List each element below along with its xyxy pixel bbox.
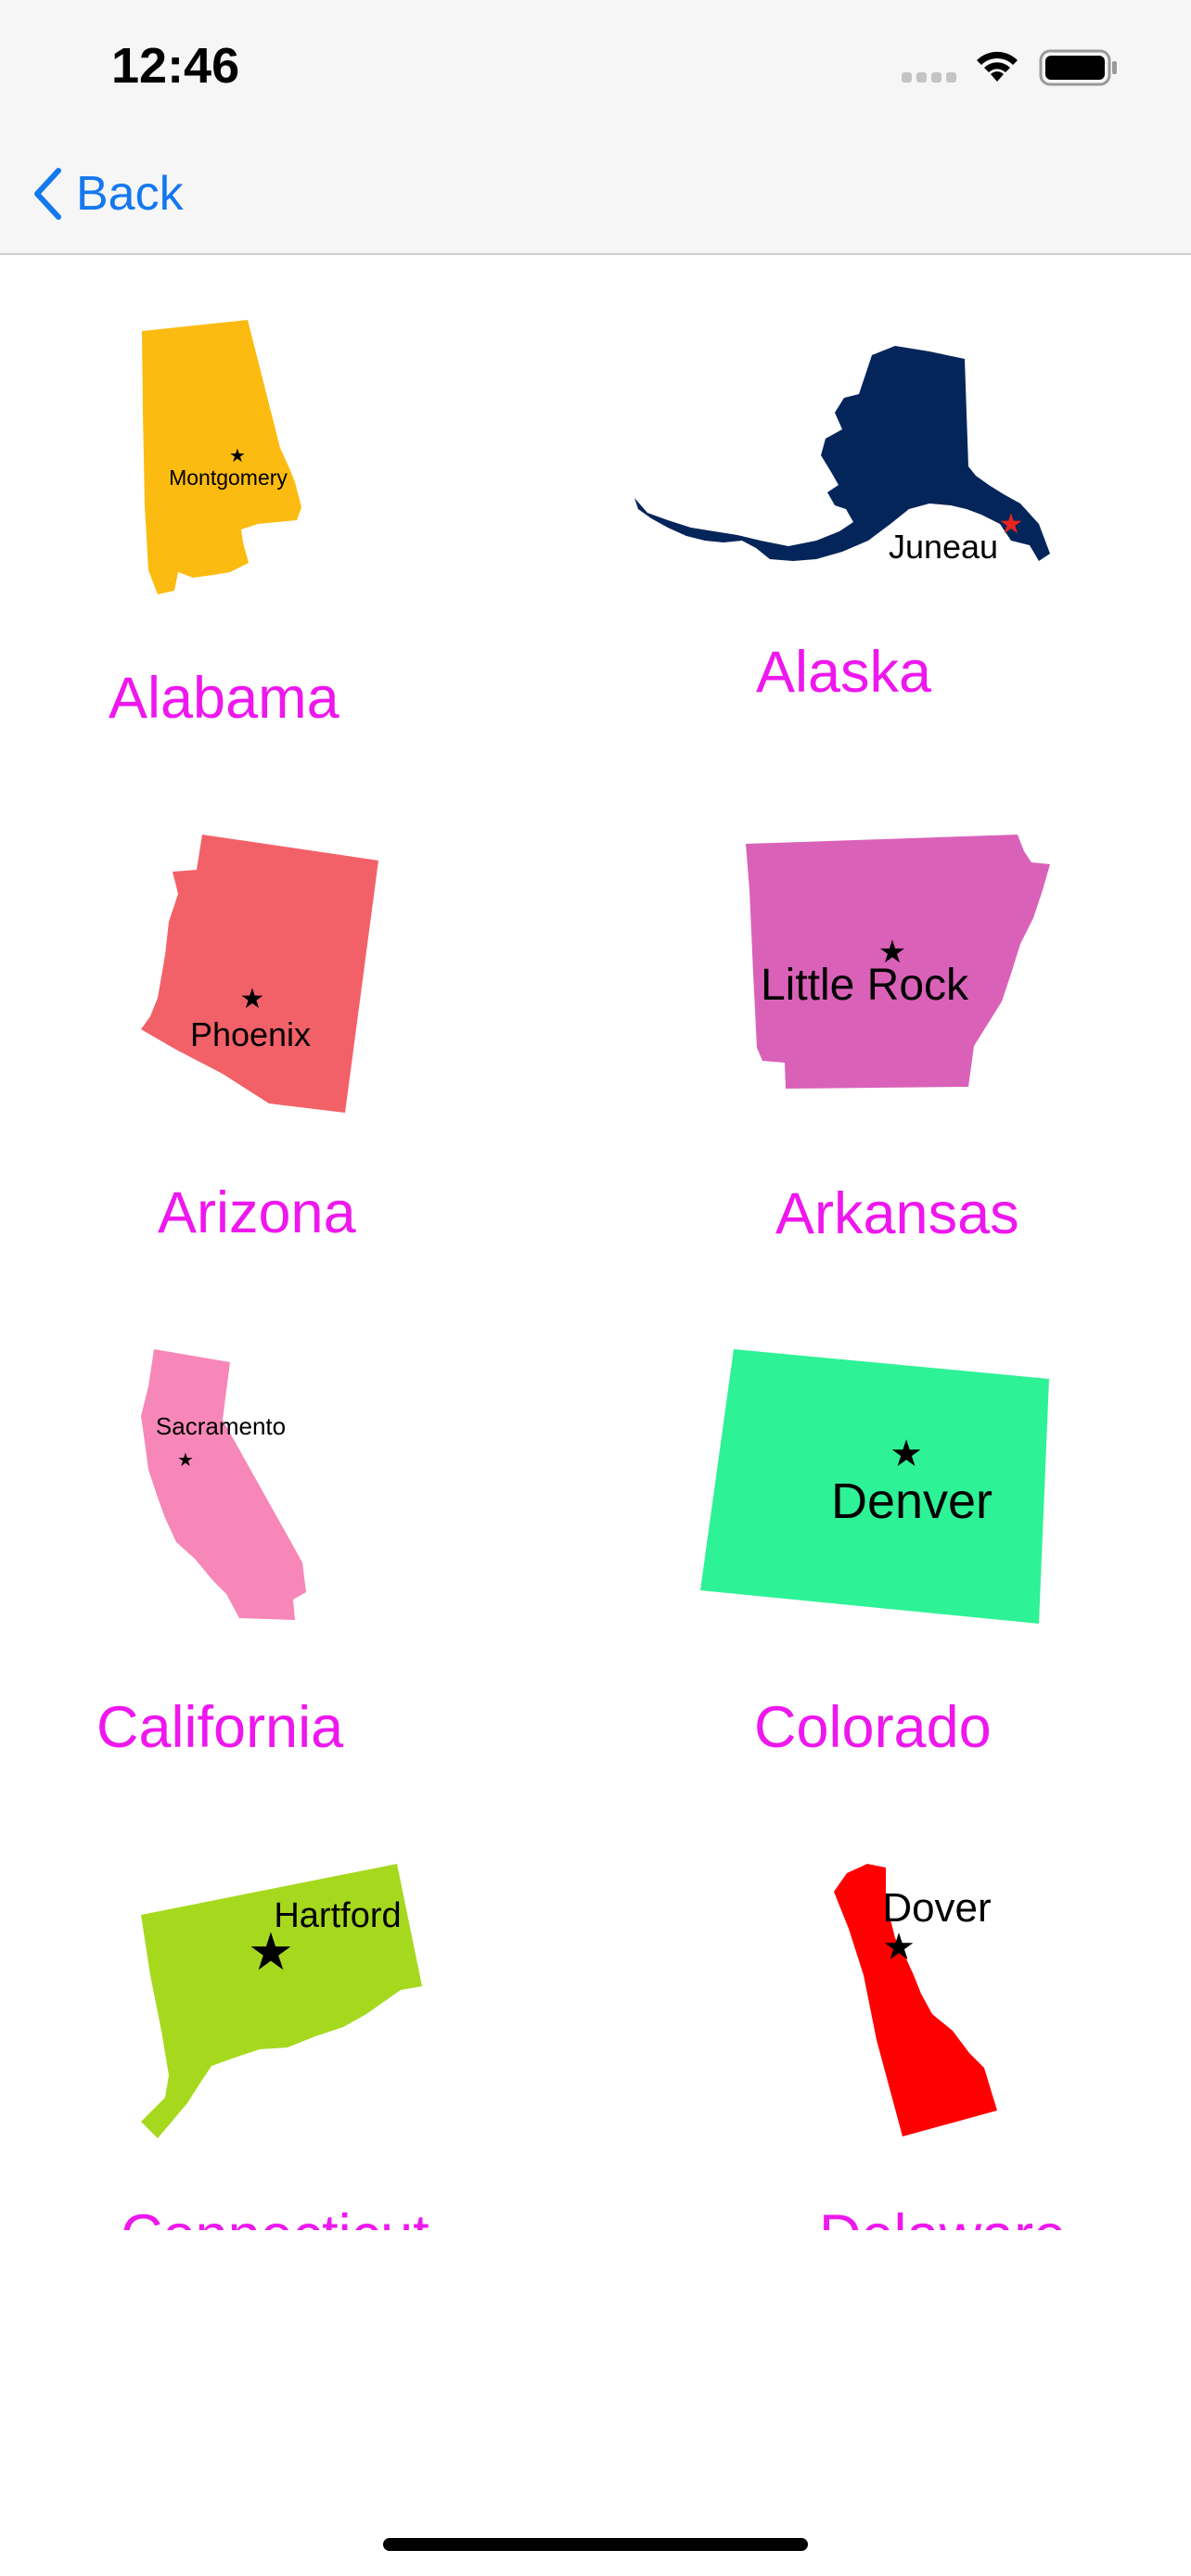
capital-label-delaware: Dover [882,1885,991,1931]
battery-icon [1039,49,1117,86]
capital-label-colorado: Denver [831,1473,992,1529]
state-map-alaska[interactable]: ★ Juneau [631,346,1057,568]
state-label-arkansas[interactable]: Arkansas [775,1180,1019,1247]
navigation-bar: Back [0,139,1191,255]
capital-star-icon: ★ [890,1433,923,1475]
state-label-connecticut[interactable]: Connecticut [121,2202,429,2230]
capital-label-alabama: Montgomery [169,465,288,490]
wifi-icon [977,51,1018,82]
state-label-california[interactable]: California [96,1694,343,1761]
state-map-connecticut[interactable]: ★ Hartford [139,1864,431,2142]
state-label-alabama[interactable]: Alabama [109,665,339,732]
capital-label-connecticut: Hartford [274,1896,401,1935]
state-map-alabama[interactable]: ★ Montgomery [139,320,315,598]
state-map-arizona[interactable]: ★ Phoenix [139,835,385,1117]
california-shape [141,1349,306,1620]
state-label-alaska[interactable]: Alaska [756,639,931,706]
capital-star-icon: ★ [229,444,246,466]
state-map-california[interactable]: ★ Sacramento [137,1349,309,1627]
capital-star-icon: ★ [999,508,1024,541]
state-map-delaware[interactable]: ★ Dover [830,1864,1006,2142]
capital-star-icon: ★ [240,983,265,1015]
states-grid: ★ Montgomery Alabama ★ Juneau Alaska ★ P… [0,255,1191,2230]
state-label-delaware[interactable]: Delaware [819,2202,1066,2230]
status-time: 12:46 [111,38,240,94]
capital-star-icon: ★ [882,1926,916,1969]
state-label-colorado[interactable]: Colorado [754,1694,992,1761]
back-label: Back [76,167,184,221]
capital-label-arizona: Phoenix [190,1015,311,1053]
chevron-left-icon [34,168,61,220]
status-bar: 12:46 [0,0,1191,139]
alabama-shape [142,320,301,594]
home-indicator[interactable] [383,2538,808,2551]
state-map-colorado[interactable]: ★ Denver [700,1349,1053,1627]
capital-label-alaska: Juneau [889,528,998,566]
capital-label-arkansas: Little Rock [761,961,969,1010]
cellular-signal-icon [902,72,956,83]
state-map-arkansas[interactable]: ★ Little Rock [744,835,1055,1113]
capital-star-icon: ★ [177,1448,194,1471]
back-button[interactable]: Back [32,161,184,226]
arizona-shape [141,835,378,1113]
state-label-arizona[interactable]: Arizona [158,1180,356,1246]
capital-label-california: Sacramento [156,1412,286,1440]
